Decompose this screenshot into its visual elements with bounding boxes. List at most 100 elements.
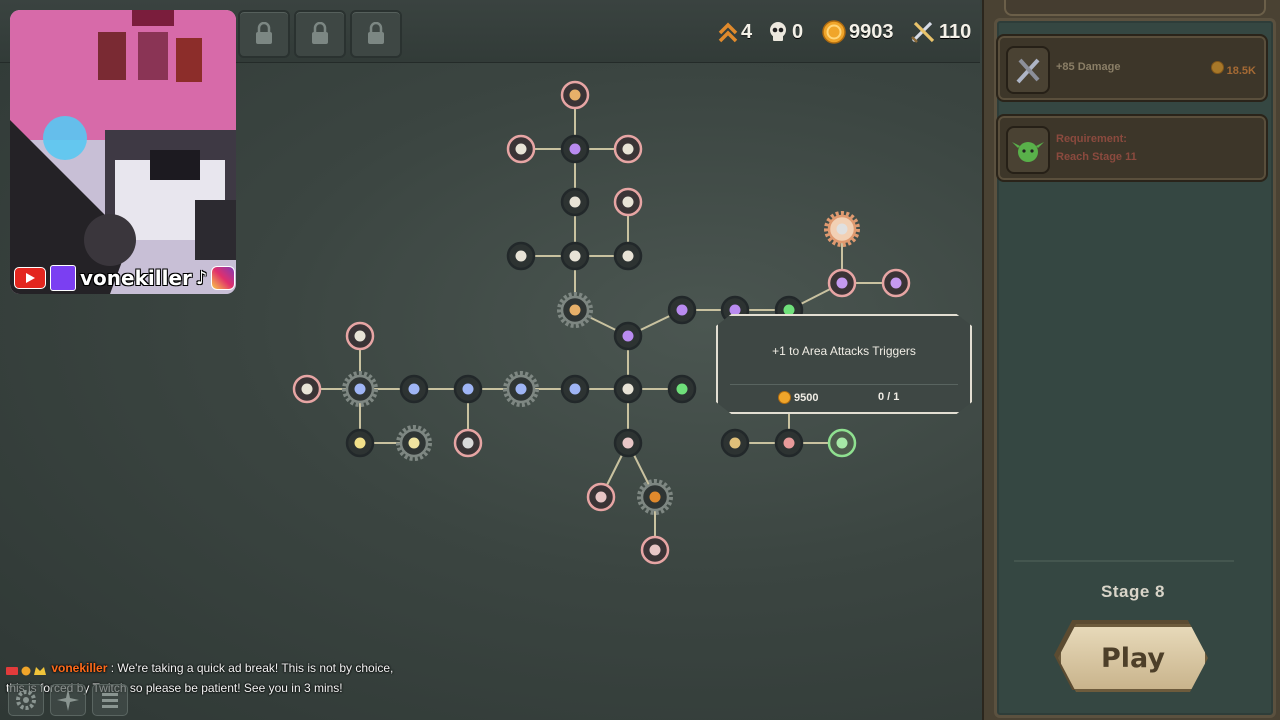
- skill-node-cat-face[interactable]: [503, 371, 539, 407]
- power-value: 110: [939, 20, 972, 43]
- skill-node-cat-face[interactable]: [342, 371, 378, 407]
- locked-slot-1[interactable]: [238, 10, 290, 58]
- crosshair-icon: [836, 223, 848, 235]
- skull-counter: 0: [767, 18, 803, 46]
- requirement-label: Requirement:: [1056, 133, 1127, 145]
- skill-node-sword-purple[interactable]: [613, 321, 643, 351]
- skill-node-arrows-out[interactable]: [720, 428, 750, 458]
- tooltip-divider: [730, 384, 958, 385]
- skill-node-mace[interactable]: [560, 80, 590, 110]
- chat-badges-icon: [6, 663, 48, 676]
- gift-icon: [890, 277, 902, 289]
- cat-face-icon: [462, 383, 474, 395]
- skill-node-cat-face[interactable]: [453, 374, 483, 404]
- rank-value: 4: [741, 20, 753, 43]
- target-icon: [783, 437, 795, 449]
- crossed-swords-icon: [622, 383, 634, 395]
- lock-icon: [256, 22, 272, 44]
- rank-counter: 4: [718, 18, 752, 46]
- claw-icon: [569, 250, 581, 262]
- sword-purple-icon: [676, 304, 688, 316]
- abilities-button[interactable]: [50, 684, 86, 716]
- youtube-icon: [14, 267, 46, 289]
- lightning-icon: [595, 491, 607, 503]
- skill-node-area-burst[interactable]: [827, 428, 857, 458]
- skull-value: 0: [792, 20, 804, 43]
- coin-counter: 9903: [822, 18, 894, 46]
- skill-node-cat-face[interactable]: [560, 374, 590, 404]
- sword-purple-icon: [622, 330, 634, 342]
- cat-face-icon: [408, 383, 420, 395]
- tiktok-icon: ♪: [195, 267, 208, 289]
- lightning-icon: [622, 437, 634, 449]
- skill-node-lightning[interactable]: [586, 482, 616, 512]
- burst-icon: [57, 689, 79, 711]
- rune-k-icon: [622, 143, 634, 155]
- skill-node-star[interactable]: [453, 428, 483, 458]
- skill-node-split-arrows[interactable]: [506, 134, 536, 164]
- skill-node-crossed-swords[interactable]: [613, 374, 643, 404]
- skull-icon: [770, 22, 786, 41]
- tooltip-level: 0 / 1: [878, 391, 900, 403]
- webcam-scene: [10, 10, 236, 294]
- crossed-swords-icon: [911, 21, 935, 43]
- skill-node-potion[interactable]: [345, 428, 375, 458]
- cat-face-icon: [515, 383, 527, 395]
- skill-node-double-blade[interactable]: [560, 187, 590, 217]
- skill-node-target[interactable]: [774, 428, 804, 458]
- tooltip-cost-value: 9500: [794, 391, 819, 404]
- chat-username: vonekiller: [51, 661, 108, 675]
- skill-node-mace[interactable]: [557, 292, 593, 328]
- skill-node-gift[interactable]: [881, 268, 911, 298]
- sword-purple-icon: [569, 143, 581, 155]
- tooltip-description: +1 to Area Attacks Triggers: [772, 344, 916, 358]
- skill-node-slash-sword[interactable]: [613, 187, 643, 217]
- skill-node-shield-gem[interactable]: [345, 321, 375, 351]
- pickaxe-icon: [301, 383, 313, 395]
- requirement-value: Reach Stage 11: [1056, 151, 1137, 163]
- skill-node-rank-up[interactable]: [637, 479, 673, 515]
- skill-node-crosshair[interactable]: [824, 211, 860, 247]
- rune-k-icon: [622, 250, 634, 262]
- skill-node-sword-purple[interactable]: [667, 295, 697, 325]
- arrows-out-icon: [729, 437, 741, 449]
- skill-node-gift[interactable]: [827, 268, 857, 298]
- cat-face-icon: [569, 383, 581, 395]
- locked-slot-2[interactable]: [294, 10, 346, 58]
- star-icon: [462, 437, 474, 449]
- rank-chevron-icon: [718, 22, 738, 43]
- social-handles: vonekiller ♪: [14, 264, 236, 292]
- gear-icon: [16, 690, 36, 710]
- clock-green-icon: [676, 383, 688, 395]
- upgrade-card-locked: Requirement: Reach Stage 11: [996, 114, 1268, 182]
- upgrade-icon-frame: [1006, 126, 1050, 174]
- sword-upgrade-icon: [1016, 58, 1040, 84]
- split-arrows-icon: [515, 250, 527, 262]
- skill-node-rune-k[interactable]: [613, 241, 643, 271]
- play-button[interactable]: Play: [1058, 624, 1208, 692]
- upgrade-icon-frame: [1006, 46, 1050, 94]
- tooltip-cost: 9500: [778, 391, 818, 404]
- skill-node-coin-swirl[interactable]: [396, 425, 432, 461]
- skill-node-sword-purple[interactable]: [560, 134, 590, 164]
- list-icon: [102, 693, 118, 708]
- split-arrows-icon: [515, 143, 527, 155]
- skill-node-claw[interactable]: [560, 241, 590, 271]
- gift-icon: [836, 277, 848, 289]
- locked-slot-3[interactable]: [350, 10, 402, 58]
- skill-node-pickaxe[interactable]: [292, 374, 322, 404]
- skill-node-lightning[interactable]: [640, 535, 670, 565]
- skill-node-clock-green[interactable]: [667, 374, 697, 404]
- lightning-icon: [649, 544, 661, 556]
- skill-node-rune-k[interactable]: [613, 134, 643, 164]
- streamer-handle: vonekiller: [80, 266, 192, 290]
- skill-node-split-arrows[interactable]: [506, 241, 536, 271]
- skill-node-lightning[interactable]: [613, 428, 643, 458]
- rank-up-icon: [649, 491, 661, 503]
- side-panel: +85 Damage 18.5K Requirement: Reach Stag…: [982, 0, 1280, 720]
- upgrade-card-damage[interactable]: +85 Damage 18.5K: [996, 34, 1268, 102]
- menu-button[interactable]: [92, 684, 128, 716]
- settings-button[interactable]: [8, 684, 44, 716]
- skill-node-cat-face[interactable]: [399, 374, 429, 404]
- mace-icon: [569, 304, 581, 316]
